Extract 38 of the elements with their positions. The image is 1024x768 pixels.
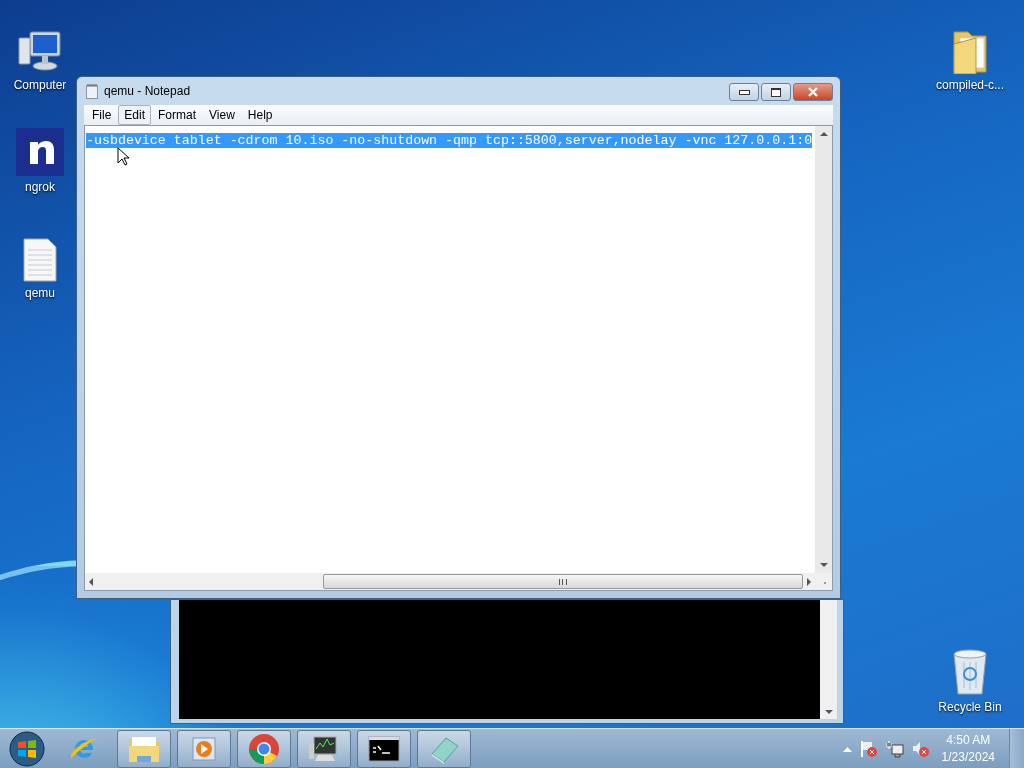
desktop-icon-label[interactable]: ngrok [25,180,55,194]
network-icon[interactable] [885,739,904,758]
notepad-icon [86,83,98,99]
close-icon [807,87,819,97]
play-icon [190,734,218,763]
taskbar-button[interactable] [297,729,351,768]
menu-item[interactable]: View [203,105,241,125]
text-file-icon[interactable] [23,238,57,282]
taskbar-button[interactable] [357,729,411,768]
app-icon[interactable] [16,128,64,176]
menu-item[interactable]: Format [152,105,203,125]
show-hidden-icons-icon[interactable] [842,745,852,752]
size-grip[interactable] [815,573,832,590]
terminal-icon [368,735,400,762]
monitor-icon [308,734,340,763]
mouse-cursor-icon [117,147,129,166]
horizontal-scrollbar[interactable] [85,573,815,590]
desktop-icon-label[interactable]: qemu [25,286,55,300]
close-button[interactable] [793,83,833,101]
menu-item[interactable]: Edit [118,105,152,125]
minimize-button[interactable] [729,83,759,101]
desktop-icon-label[interactable]: Recycle Bin [938,700,1002,714]
menu-item[interactable]: Help [241,105,279,125]
vertical-scrollbar[interactable] [815,126,832,573]
recycle-bin-icon[interactable] [951,648,989,696]
scrollbar-thumb[interactable] [323,574,803,589]
desktop-icon-label[interactable]: compiled-c... [936,78,1004,92]
chrome-icon [248,732,280,765]
start-button[interactable] [7,729,47,768]
clock-date: 1/23/2024 [941,748,995,766]
clock-time: 4:50 AM [946,731,991,749]
computer-icon[interactable] [16,30,64,74]
menu-item[interactable]: File [86,105,118,125]
vertical-scrollbar[interactable] [820,600,837,719]
maximize-button[interactable] [761,83,791,101]
desktop-icon-label[interactable]: Computer [13,78,67,92]
flag-error-icon[interactable] [859,739,878,758]
window-title: qemu - Notepad [104,84,191,98]
